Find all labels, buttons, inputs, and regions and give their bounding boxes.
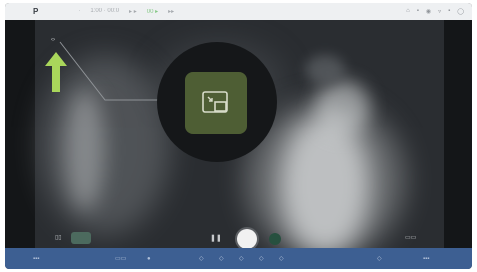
- status-item: ▸ ▸: [129, 9, 137, 15]
- camera-viewport[interactable]: ‹› ▯▯ ❚❚ ▭▭: [5, 20, 472, 248]
- battery-icon: ▪: [448, 8, 451, 14]
- taskbar-icon[interactable]: ◇: [239, 255, 244, 262]
- figure-right-head: [315, 80, 370, 135]
- taskbar-dot-icon[interactable]: ●: [147, 256, 151, 262]
- app-window: P · 1:00 · 00:0 ▸ ▸ 00 ▸ ▸▸ ⌂ ▪ ◉ ▿ ▪ ◯ …: [5, 3, 472, 269]
- taskbar-mid-label[interactable]: ▭▭: [115, 255, 126, 262]
- up-arrow-icon: [45, 52, 67, 92]
- figure-right-body: [280, 115, 370, 248]
- taskbar-icon[interactable]: ◇: [279, 255, 284, 262]
- magnifier-callout: [157, 42, 277, 162]
- bottom-left-label[interactable]: ▯▯: [55, 234, 62, 241]
- bottom-right-label[interactable]: ▭▭: [405, 234, 416, 241]
- picture-in-picture-icon: [202, 91, 228, 113]
- taskbar: ▪▪▪ ▭▭ ● ◇ ◇ ◇ ◇ ◇ ◇ ▪▪▪: [5, 248, 472, 269]
- square-icon[interactable]: ▪: [417, 8, 419, 15]
- figure-left: [65, 90, 105, 210]
- status-item: 00 ▸: [146, 9, 159, 15]
- pause-button[interactable]: ❚❚: [210, 234, 222, 242]
- picture-in-picture-button[interactable]: [185, 72, 247, 134]
- status-right-icons: ⌂ ▪ ◉ ▿ ▪ ◯: [406, 8, 464, 15]
- pip-origin-label[interactable]: ‹›: [51, 37, 55, 43]
- status-item: 1:00 · 00:0: [90, 8, 120, 14]
- mode-toggle[interactable]: [71, 232, 91, 244]
- taskbar-right-label[interactable]: ▪▪▪: [423, 256, 429, 262]
- app-logo: P: [33, 7, 39, 16]
- figure-right-hair: [305, 55, 345, 85]
- taskbar-icon[interactable]: ◇: [259, 255, 264, 262]
- taskbar-left-label[interactable]: ▪▪▪: [33, 256, 39, 262]
- status-item: ·: [78, 8, 81, 14]
- circle-icon[interactable]: ◯: [457, 8, 464, 15]
- shutter-button[interactable]: [237, 229, 257, 248]
- status-item: ▸▸: [168, 9, 175, 15]
- taskbar-icon[interactable]: ◇: [377, 255, 382, 262]
- record-icon[interactable]: ◉: [426, 8, 431, 15]
- top-status-bar: P · 1:00 · 00:0 ▸ ▸ 00 ▸ ▸▸ ⌂ ▪ ◉ ▿ ▪ ◯: [5, 3, 472, 20]
- switch-camera-button[interactable]: [269, 233, 281, 245]
- status-items: · 1:00 · 00:0 ▸ ▸ 00 ▸ ▸▸: [78, 8, 174, 15]
- wifi-icon: ▿: [438, 9, 442, 15]
- viewport-left-edge: [5, 20, 35, 248]
- taskbar-icon[interactable]: ◇: [219, 255, 224, 262]
- viewport-right-edge: [444, 20, 472, 248]
- home-icon[interactable]: ⌂: [406, 8, 410, 15]
- taskbar-icon[interactable]: ◇: [199, 255, 204, 262]
